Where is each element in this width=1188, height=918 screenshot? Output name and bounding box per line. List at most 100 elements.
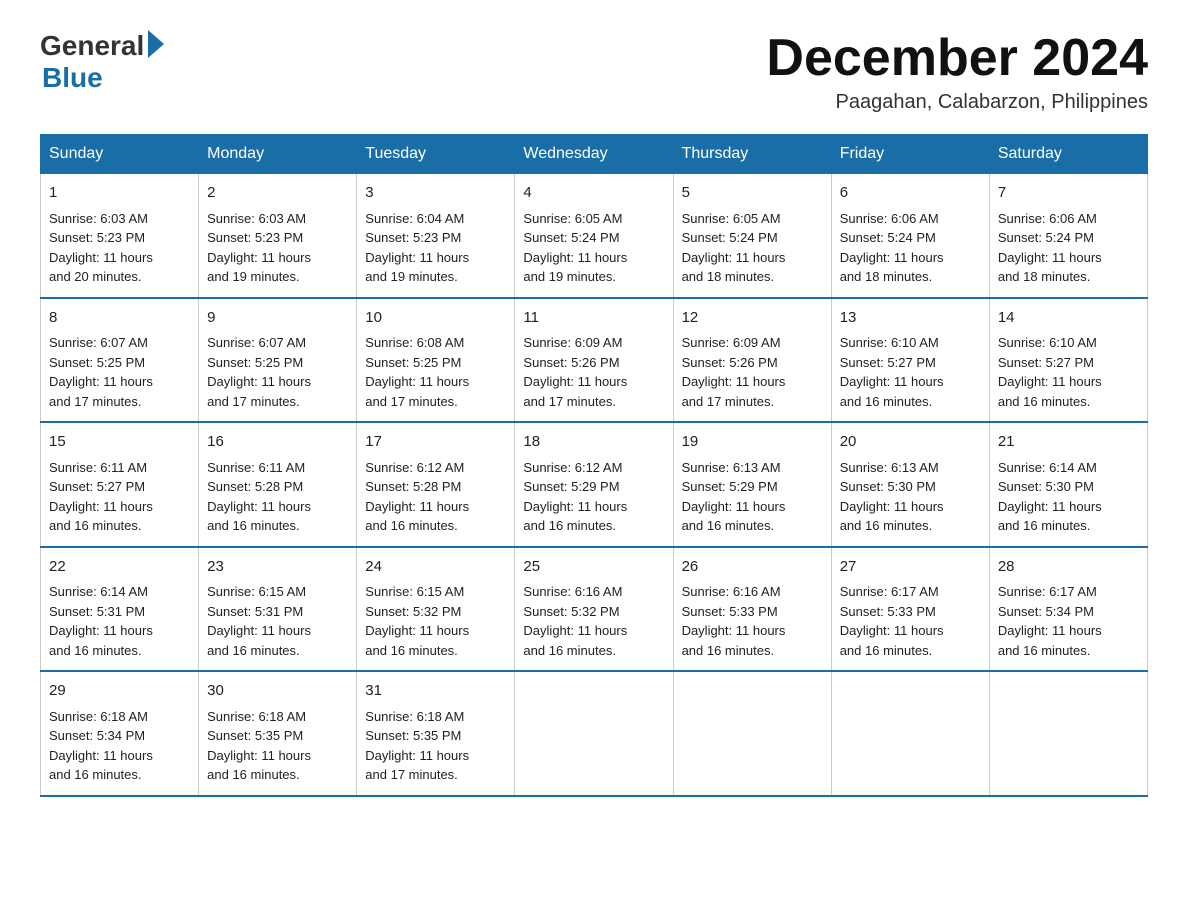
day-number: 1 [49, 182, 190, 205]
calendar-header-thursday: Thursday [673, 135, 831, 174]
calendar-cell: 29 Sunrise: 6:18 AMSunset: 5:34 PMDaylig… [41, 671, 199, 796]
day-number: 27 [840, 556, 981, 579]
calendar-header-sunday: Sunday [41, 135, 199, 174]
calendar-cell: 27 Sunrise: 6:17 AMSunset: 5:33 PMDaylig… [831, 547, 989, 672]
calendar-cell: 30 Sunrise: 6:18 AMSunset: 5:35 PMDaylig… [199, 671, 357, 796]
day-number: 10 [365, 307, 506, 330]
calendar-header-row: SundayMondayTuesdayWednesdayThursdayFrid… [41, 135, 1148, 174]
calendar-cell: 10 Sunrise: 6:08 AMSunset: 5:25 PMDaylig… [357, 298, 515, 423]
day-number: 18 [523, 431, 664, 454]
day-info: Sunrise: 6:05 AMSunset: 5:24 PMDaylight:… [523, 211, 627, 285]
day-number: 15 [49, 431, 190, 454]
day-info: Sunrise: 6:10 AMSunset: 5:27 PMDaylight:… [998, 335, 1102, 409]
day-info: Sunrise: 6:07 AMSunset: 5:25 PMDaylight:… [49, 335, 153, 409]
calendar-cell: 16 Sunrise: 6:11 AMSunset: 5:28 PMDaylig… [199, 422, 357, 547]
calendar-cell: 11 Sunrise: 6:09 AMSunset: 5:26 PMDaylig… [515, 298, 673, 423]
calendar-cell: 19 Sunrise: 6:13 AMSunset: 5:29 PMDaylig… [673, 422, 831, 547]
day-number: 17 [365, 431, 506, 454]
calendar-cell: 21 Sunrise: 6:14 AMSunset: 5:30 PMDaylig… [989, 422, 1147, 547]
calendar-cell: 5 Sunrise: 6:05 AMSunset: 5:24 PMDayligh… [673, 174, 831, 298]
logo-arrow-icon [148, 30, 164, 58]
calendar-cell: 23 Sunrise: 6:15 AMSunset: 5:31 PMDaylig… [199, 547, 357, 672]
day-info: Sunrise: 6:03 AMSunset: 5:23 PMDaylight:… [49, 211, 153, 285]
logo: General Blue [40, 30, 164, 94]
day-number: 12 [682, 307, 823, 330]
day-info: Sunrise: 6:09 AMSunset: 5:26 PMDaylight:… [682, 335, 786, 409]
calendar-cell: 26 Sunrise: 6:16 AMSunset: 5:33 PMDaylig… [673, 547, 831, 672]
calendar-cell: 13 Sunrise: 6:10 AMSunset: 5:27 PMDaylig… [831, 298, 989, 423]
calendar-cell [831, 671, 989, 796]
day-info: Sunrise: 6:17 AMSunset: 5:34 PMDaylight:… [998, 584, 1102, 658]
day-number: 4 [523, 182, 664, 205]
day-number: 24 [365, 556, 506, 579]
day-info: Sunrise: 6:11 AMSunset: 5:27 PMDaylight:… [49, 460, 153, 534]
calendar-cell: 28 Sunrise: 6:17 AMSunset: 5:34 PMDaylig… [989, 547, 1147, 672]
day-number: 6 [840, 182, 981, 205]
day-number: 20 [840, 431, 981, 454]
calendar-header-saturday: Saturday [989, 135, 1147, 174]
day-number: 23 [207, 556, 348, 579]
calendar-cell: 2 Sunrise: 6:03 AMSunset: 5:23 PMDayligh… [199, 174, 357, 298]
day-number: 29 [49, 680, 190, 703]
calendar-cell: 15 Sunrise: 6:11 AMSunset: 5:27 PMDaylig… [41, 422, 199, 547]
day-info: Sunrise: 6:17 AMSunset: 5:33 PMDaylight:… [840, 584, 944, 658]
calendar-week-row: 29 Sunrise: 6:18 AMSunset: 5:34 PMDaylig… [41, 671, 1148, 796]
day-number: 16 [207, 431, 348, 454]
day-info: Sunrise: 6:06 AMSunset: 5:24 PMDaylight:… [840, 211, 944, 285]
day-number: 2 [207, 182, 348, 205]
calendar-cell [673, 671, 831, 796]
page-header: General Blue December 2024 Paagahan, Cal… [40, 30, 1148, 114]
calendar-week-row: 8 Sunrise: 6:07 AMSunset: 5:25 PMDayligh… [41, 298, 1148, 423]
day-number: 9 [207, 307, 348, 330]
calendar-cell: 12 Sunrise: 6:09 AMSunset: 5:26 PMDaylig… [673, 298, 831, 423]
day-info: Sunrise: 6:16 AMSunset: 5:32 PMDaylight:… [523, 584, 627, 658]
day-number: 31 [365, 680, 506, 703]
day-number: 21 [998, 431, 1139, 454]
calendar-header-tuesday: Tuesday [357, 135, 515, 174]
calendar-cell: 20 Sunrise: 6:13 AMSunset: 5:30 PMDaylig… [831, 422, 989, 547]
day-info: Sunrise: 6:06 AMSunset: 5:24 PMDaylight:… [998, 211, 1102, 285]
logo-general-text: General [40, 30, 144, 62]
day-info: Sunrise: 6:07 AMSunset: 5:25 PMDaylight:… [207, 335, 311, 409]
day-info: Sunrise: 6:11 AMSunset: 5:28 PMDaylight:… [207, 460, 311, 534]
calendar-cell: 22 Sunrise: 6:14 AMSunset: 5:31 PMDaylig… [41, 547, 199, 672]
day-number: 25 [523, 556, 664, 579]
calendar-table: SundayMondayTuesdayWednesdayThursdayFrid… [40, 134, 1148, 797]
day-number: 13 [840, 307, 981, 330]
day-number: 7 [998, 182, 1139, 205]
day-number: 11 [523, 307, 664, 330]
calendar-week-row: 15 Sunrise: 6:11 AMSunset: 5:27 PMDaylig… [41, 422, 1148, 547]
calendar-cell: 4 Sunrise: 6:05 AMSunset: 5:24 PMDayligh… [515, 174, 673, 298]
calendar-cell: 14 Sunrise: 6:10 AMSunset: 5:27 PMDaylig… [989, 298, 1147, 423]
day-number: 28 [998, 556, 1139, 579]
calendar-cell: 1 Sunrise: 6:03 AMSunset: 5:23 PMDayligh… [41, 174, 199, 298]
day-info: Sunrise: 6:16 AMSunset: 5:33 PMDaylight:… [682, 584, 786, 658]
day-info: Sunrise: 6:12 AMSunset: 5:28 PMDaylight:… [365, 460, 469, 534]
day-info: Sunrise: 6:05 AMSunset: 5:24 PMDaylight:… [682, 211, 786, 285]
calendar-cell: 18 Sunrise: 6:12 AMSunset: 5:29 PMDaylig… [515, 422, 673, 547]
day-info: Sunrise: 6:08 AMSunset: 5:25 PMDaylight:… [365, 335, 469, 409]
day-info: Sunrise: 6:18 AMSunset: 5:34 PMDaylight:… [49, 709, 153, 783]
day-number: 3 [365, 182, 506, 205]
calendar-header-friday: Friday [831, 135, 989, 174]
calendar-cell: 6 Sunrise: 6:06 AMSunset: 5:24 PMDayligh… [831, 174, 989, 298]
calendar-cell: 24 Sunrise: 6:15 AMSunset: 5:32 PMDaylig… [357, 547, 515, 672]
calendar-cell: 31 Sunrise: 6:18 AMSunset: 5:35 PMDaylig… [357, 671, 515, 796]
day-number: 30 [207, 680, 348, 703]
location-subtitle: Paagahan, Calabarzon, Philippines [766, 91, 1148, 114]
day-info: Sunrise: 6:03 AMSunset: 5:23 PMDaylight:… [207, 211, 311, 285]
day-number: 22 [49, 556, 190, 579]
calendar-cell: 7 Sunrise: 6:06 AMSunset: 5:24 PMDayligh… [989, 174, 1147, 298]
day-info: Sunrise: 6:13 AMSunset: 5:30 PMDaylight:… [840, 460, 944, 534]
calendar-cell: 8 Sunrise: 6:07 AMSunset: 5:25 PMDayligh… [41, 298, 199, 423]
day-info: Sunrise: 6:15 AMSunset: 5:31 PMDaylight:… [207, 584, 311, 658]
day-info: Sunrise: 6:14 AMSunset: 5:31 PMDaylight:… [49, 584, 153, 658]
calendar-cell: 17 Sunrise: 6:12 AMSunset: 5:28 PMDaylig… [357, 422, 515, 547]
day-info: Sunrise: 6:14 AMSunset: 5:30 PMDaylight:… [998, 460, 1102, 534]
day-info: Sunrise: 6:09 AMSunset: 5:26 PMDaylight:… [523, 335, 627, 409]
calendar-cell: 3 Sunrise: 6:04 AMSunset: 5:23 PMDayligh… [357, 174, 515, 298]
month-title: December 2024 [766, 30, 1148, 87]
day-info: Sunrise: 6:12 AMSunset: 5:29 PMDaylight:… [523, 460, 627, 534]
day-info: Sunrise: 6:10 AMSunset: 5:27 PMDaylight:… [840, 335, 944, 409]
calendar-header-wednesday: Wednesday [515, 135, 673, 174]
